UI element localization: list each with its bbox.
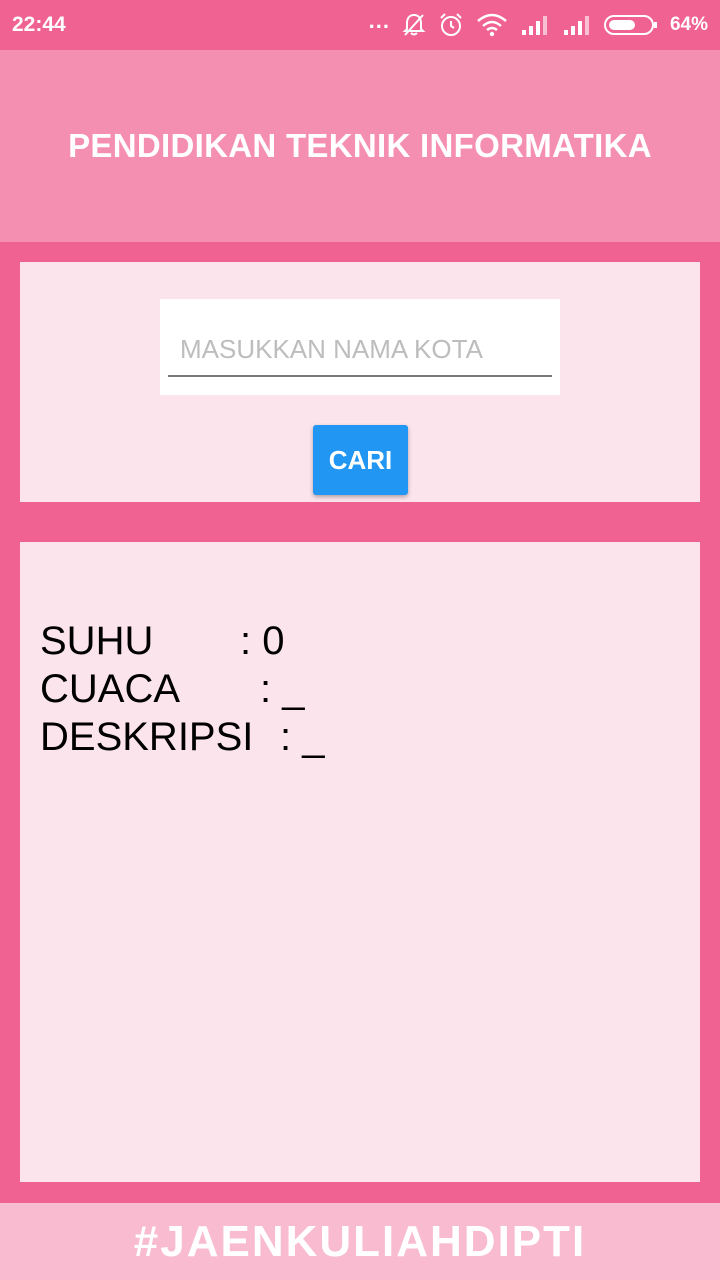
status-bar: 22:44 ... 64% xyxy=(0,0,720,50)
more-notifications-icon: ... xyxy=(368,8,390,33)
wifi-icon xyxy=(476,13,508,37)
page-title: PENDIDIKAN TEKNIK INFORMATIKA xyxy=(68,127,652,164)
footer-banner: #JAENKULIAHDIPTI xyxy=(0,1203,720,1280)
description-label: DESKRIPSI xyxy=(40,715,254,759)
temperature-label: SUHU xyxy=(40,619,154,663)
weather-value: : _ xyxy=(260,667,305,711)
signal-icon xyxy=(562,14,592,36)
alarm-icon xyxy=(438,12,464,38)
search-button[interactable]: CARI xyxy=(313,425,408,495)
signal-icon xyxy=(520,14,550,36)
mute-notification-icon xyxy=(402,12,426,38)
description-value: : _ xyxy=(280,715,325,759)
footer-hashtag: #JAENKULIAHDIPTI xyxy=(133,1216,587,1266)
weather-label: CUACA xyxy=(40,667,181,711)
search-card: CARI xyxy=(20,262,700,502)
status-icons: ... 64% xyxy=(369,8,708,38)
app-header: PENDIDIKAN TEKNIK INFORMATIKA xyxy=(0,50,720,242)
city-name-input[interactable] xyxy=(168,323,552,377)
battery-percent: 64% xyxy=(669,14,708,35)
city-input-container xyxy=(160,299,560,395)
battery-icon xyxy=(603,14,658,36)
status-time: 22:44 xyxy=(12,13,66,36)
weather-result-card: SUHU : 0 CUACA : _ DESKRIPSI : _ xyxy=(20,542,700,1182)
temperature-value: : 0 xyxy=(240,619,285,663)
